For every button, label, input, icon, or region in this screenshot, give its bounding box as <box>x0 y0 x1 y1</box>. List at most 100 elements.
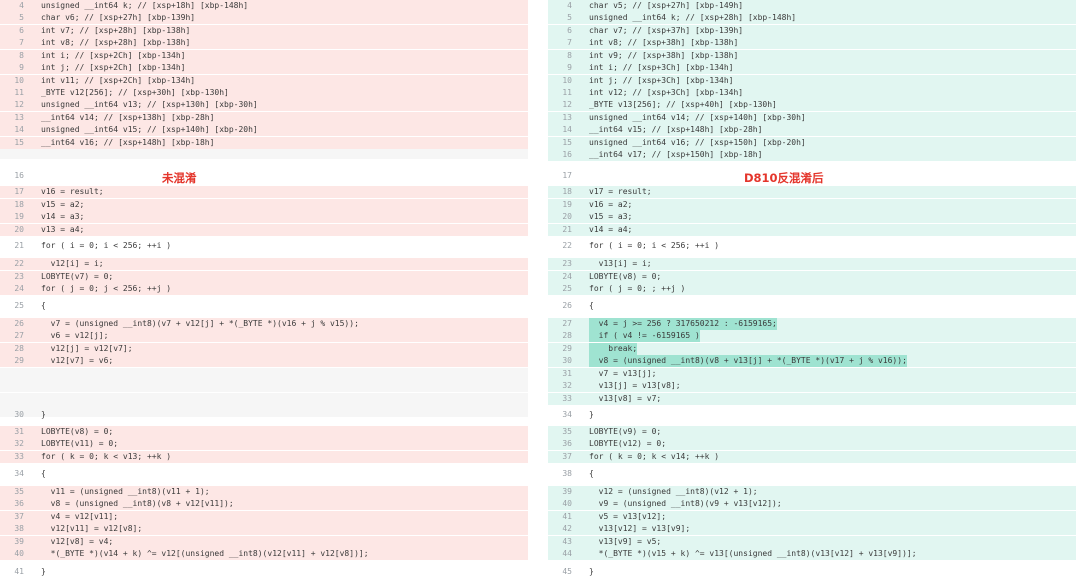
code-text: char v7; // [xsp+37h] [xbp-139h] <box>589 26 744 35</box>
left-code-line[interactable]: 20 v13 = a4; <box>0 224 528 237</box>
left-code-line[interactable]: 32 LOBYTE(v11) = 0; <box>0 438 528 451</box>
code-text: int v8; // [xsp+38h] [xbp-138h] <box>589 38 739 47</box>
right-code-line[interactable]: 25 for ( j = 0; ; ++j ) <box>548 283 1076 296</box>
code-text: v12[i] = i; <box>41 259 104 268</box>
left-code-line[interactable]: 36 v8 = (unsigned __int8)(v8 + v12[v11])… <box>0 498 528 511</box>
code-text: LOBYTE(v9) = 0; <box>589 427 662 436</box>
right-code-line[interactable]: 13 unsigned __int64 v14; // [xsp+140h] [x… <box>548 112 1076 125</box>
left-code-line[interactable]: 18 v15 = a2; <box>0 199 528 212</box>
left-code-line[interactable]: 6 int v7; // [xsp+28h] [xbp-138h] <box>0 25 528 38</box>
right-code-line[interactable]: 16 __int64 v17; // [xsp+150h] [xbp-18h] <box>548 149 1076 162</box>
right-code-line[interactable]: 9 int i; // [xsp+3Ch] [xbp-134h] <box>548 62 1076 75</box>
code-text: int v7; // [xsp+28h] [xbp-138h] <box>41 26 191 35</box>
right-code-line[interactable]: 26 { <box>548 300 1076 312</box>
left-code-line[interactable]: 21 for ( i = 0; i < 256; ++i ) <box>0 240 528 252</box>
right-code-line[interactable]: 23 v13[i] = i; <box>548 258 1076 271</box>
left-code-line[interactable]: 39 v12[v8] = v4; <box>0 536 528 549</box>
code-text: unsigned __int64 v14; // [xsp+140h] [xbp… <box>589 113 806 122</box>
right-code-line[interactable]: 15 unsigned __int64 v16; // [xsp+150h] [x… <box>548 137 1076 150</box>
left-code-line[interactable]: 40 *(_BYTE *)(v14 + k) ^= v12[(unsigned … <box>0 548 528 561</box>
left-code-line[interactable]: 5 char v6; // [xsp+27h] [xbp-139h] <box>0 12 528 25</box>
left-code-line[interactable]: 13 __int64 v14; // [xsp+138h] [xbp-28h] <box>0 112 528 125</box>
right-code-line[interactable]: 41 v5 = v13[v12]; <box>548 511 1076 524</box>
diff-view: ▣ 4unsigned __int64 k; // [xsp+18h] [xbp… <box>0 0 1080 576</box>
right-code-line[interactable]: 5 unsigned __int64 k; // [xsp+28h] [xbp-1… <box>548 12 1076 25</box>
code-text: v9 = (unsigned __int8)(v9 + v13[v12]); <box>589 499 782 508</box>
left-code-line[interactable]: 15 __int64 v16; // [xsp+148h] [xbp-18h] <box>0 137 528 150</box>
right-code-line[interactable]: 20 v15 = a3; <box>548 211 1076 224</box>
left-code-line[interactable]: 33 for ( k = 0; k < v13; ++k ) <box>0 451 528 464</box>
left-code-line[interactable]: 14 unsigned __int64 v15; // [xsp+140h] [x… <box>0 124 528 137</box>
right-code-line[interactable]: 14 __int64 v15; // [xsp+148h] [xbp-28h] <box>548 124 1076 137</box>
left-code-line[interactable]: 22 v12[i] = i; <box>0 258 528 271</box>
right-code-line[interactable]: 43 v13[v9] = v5; <box>548 536 1076 549</box>
left-code-line[interactable]: 29 v12[v7] = v6; <box>0 355 528 368</box>
left-code-line[interactable]: 31 LOBYTE(v8) = 0; <box>0 426 528 439</box>
right-code-line[interactable]: 34} <box>548 409 1076 421</box>
right-code-line[interactable]: 29 break; <box>548 343 1076 356</box>
left-code-line[interactable]: 38 v12[v11] = v12[v8]; <box>0 523 528 536</box>
code-text: _BYTE v13[256]; // [xsp+40h] [xbp-130h] <box>589 100 777 109</box>
left-code-line[interactable]: 24 for ( j = 0; j < 256; ++j ) <box>0 283 528 296</box>
left-code-line[interactable]: 34 { <box>0 468 528 480</box>
line-number: 37 <box>14 512 24 521</box>
left-code-line[interactable]: 9 int j; // [xsp+2Ch] [xbp-134h] <box>0 62 528 75</box>
line-number: 44 <box>562 549 572 558</box>
line-number: 27 <box>562 319 572 328</box>
left-code-line[interactable]: 28 v12[j] = v12[v7]; <box>0 343 528 356</box>
left-code-line[interactable]: 16 <box>0 170 528 182</box>
code-text: v12[j] = v12[v7]; <box>41 344 133 353</box>
line-number: 26 <box>14 319 24 328</box>
code-text: int i; // [xsp+3Ch] [xbp-134h] <box>589 63 734 72</box>
right-code-line[interactable]: 28 if ( v4 != -6159165 ) <box>548 330 1076 343</box>
right-code-line[interactable]: 38 { <box>548 468 1076 480</box>
right-code-line[interactable]: 21 v14 = a4; <box>548 224 1076 237</box>
left-code-line[interactable]: 23 LOBYTE(v7) = 0; <box>0 271 528 284</box>
left-code-line[interactable]: 37 v4 = v12[v11]; <box>0 511 528 524</box>
right-code-line[interactable]: 44 *(_BYTE *)(v15 + k) ^= v13[(unsigned … <box>548 548 1076 561</box>
line-number: 26 <box>562 301 572 310</box>
code-text: v15 = a2; <box>41 200 85 209</box>
right-code-line[interactable]: 30 v8 = (unsigned __int8)(v8 + v13[j] + … <box>548 355 1076 368</box>
left-code-line[interactable]: 30} <box>0 409 528 421</box>
right-code-line[interactable]: 39 v12 = (unsigned __int8)(v12 + 1); <box>548 486 1076 499</box>
left-code-line[interactable]: 7 int v8; // [xsp+28h] [xbp-138h] <box>0 37 528 50</box>
right-code-line[interactable]: 18 v17 = result; <box>548 186 1076 199</box>
left-code-line[interactable]: 27 v6 = v12[j]; <box>0 330 528 343</box>
right-code-line[interactable]: 32 v13[j] = v13[v8]; <box>548 380 1076 393</box>
left-code-line[interactable]: 19 v14 = a3; <box>0 211 528 224</box>
left-code-line[interactable]: 17 v16 = result; <box>0 186 528 199</box>
code-text: v13[v12] = v13[v9]; <box>589 524 691 533</box>
right-code-line[interactable]: 27 v4 = j >= 256 ? 317650212 : -6159165; <box>548 318 1076 331</box>
right-code-line[interactable]: 31 v7 = v13[j]; <box>548 368 1076 381</box>
right-code-line[interactable]: 8 int v9; // [xsp+38h] [xbp-138h] <box>548 50 1076 63</box>
right-code-line[interactable]: 37 for ( k = 0; k < v14; ++k ) <box>548 451 1076 464</box>
right-code-line[interactable]: 12 _BYTE v13[256]; // [xsp+40h] [xbp-130h… <box>548 99 1076 112</box>
right-code-line[interactable]: 19 v16 = a2; <box>548 199 1076 212</box>
left-code-line[interactable]: 35 v11 = (unsigned __int8)(v11 + 1); <box>0 486 528 499</box>
right-code-line[interactable]: 36 LOBYTE(v12) = 0; <box>548 438 1076 451</box>
left-code-line[interactable]: 10 int v11; // [xsp+2Ch] [xbp-134h] <box>0 75 528 88</box>
left-code-line[interactable]: 12 unsigned __int64 v13; // [xsp+130h] [x… <box>0 99 528 112</box>
code-text: v8 = (unsigned __int8)(v8 + v13[j] + *(_… <box>589 355 907 368</box>
left-code-line[interactable]: 26 v7 = (unsigned __int8)(v7 + v12[j] + … <box>0 318 528 331</box>
right-code-line[interactable]: 33 v13[v8] = v7; <box>548 393 1076 406</box>
code-text: char v5; // [xsp+27h] [xbp-149h] <box>589 1 744 10</box>
left-code-line[interactable]: 11 _BYTE v12[256]; // [xsp+30h] [xbp-130h… <box>0 87 528 100</box>
right-code-line[interactable]: 24 LOBYTE(v8) = 0; <box>548 271 1076 284</box>
left-code-line[interactable]: 8 int i; // [xsp+2Ch] [xbp-134h] <box>0 50 528 63</box>
code-text: v16 = a2; <box>589 200 633 209</box>
right-code-line[interactable]: 40 v9 = (unsigned __int8)(v9 + v13[v12])… <box>548 498 1076 511</box>
right-code-line[interactable]: 7 int v8; // [xsp+38h] [xbp-138h] <box>548 37 1076 50</box>
right-code-line[interactable]: 11 int v12; // [xsp+3Ch] [xbp-134h] <box>548 87 1076 100</box>
code-text: __int64 v17; // [xsp+150h] [xbp-18h] <box>589 150 763 159</box>
right-code-line[interactable]: 6 char v7; // [xsp+37h] [xbp-139h] <box>548 25 1076 38</box>
right-code-line[interactable]: 42 v13[v12] = v13[v9]; <box>548 523 1076 536</box>
right-code-line[interactable]: 22 for ( i = 0; i < 256; ++i ) <box>548 240 1076 252</box>
right-code-line[interactable]: 10 int j; // [xsp+3Ch] [xbp-134h] <box>548 75 1076 88</box>
right-code-line[interactable]: 35 LOBYTE(v9) = 0; <box>548 426 1076 439</box>
left-code-line[interactable]: 4 unsigned __int64 k; // [xsp+18h] [xbp-1… <box>0 0 528 13</box>
right-code-line[interactable]: 4 char v5; // [xsp+27h] [xbp-149h] <box>548 0 1076 13</box>
line-number: 23 <box>14 272 24 281</box>
left-code-line[interactable]: 25 { <box>0 300 528 312</box>
